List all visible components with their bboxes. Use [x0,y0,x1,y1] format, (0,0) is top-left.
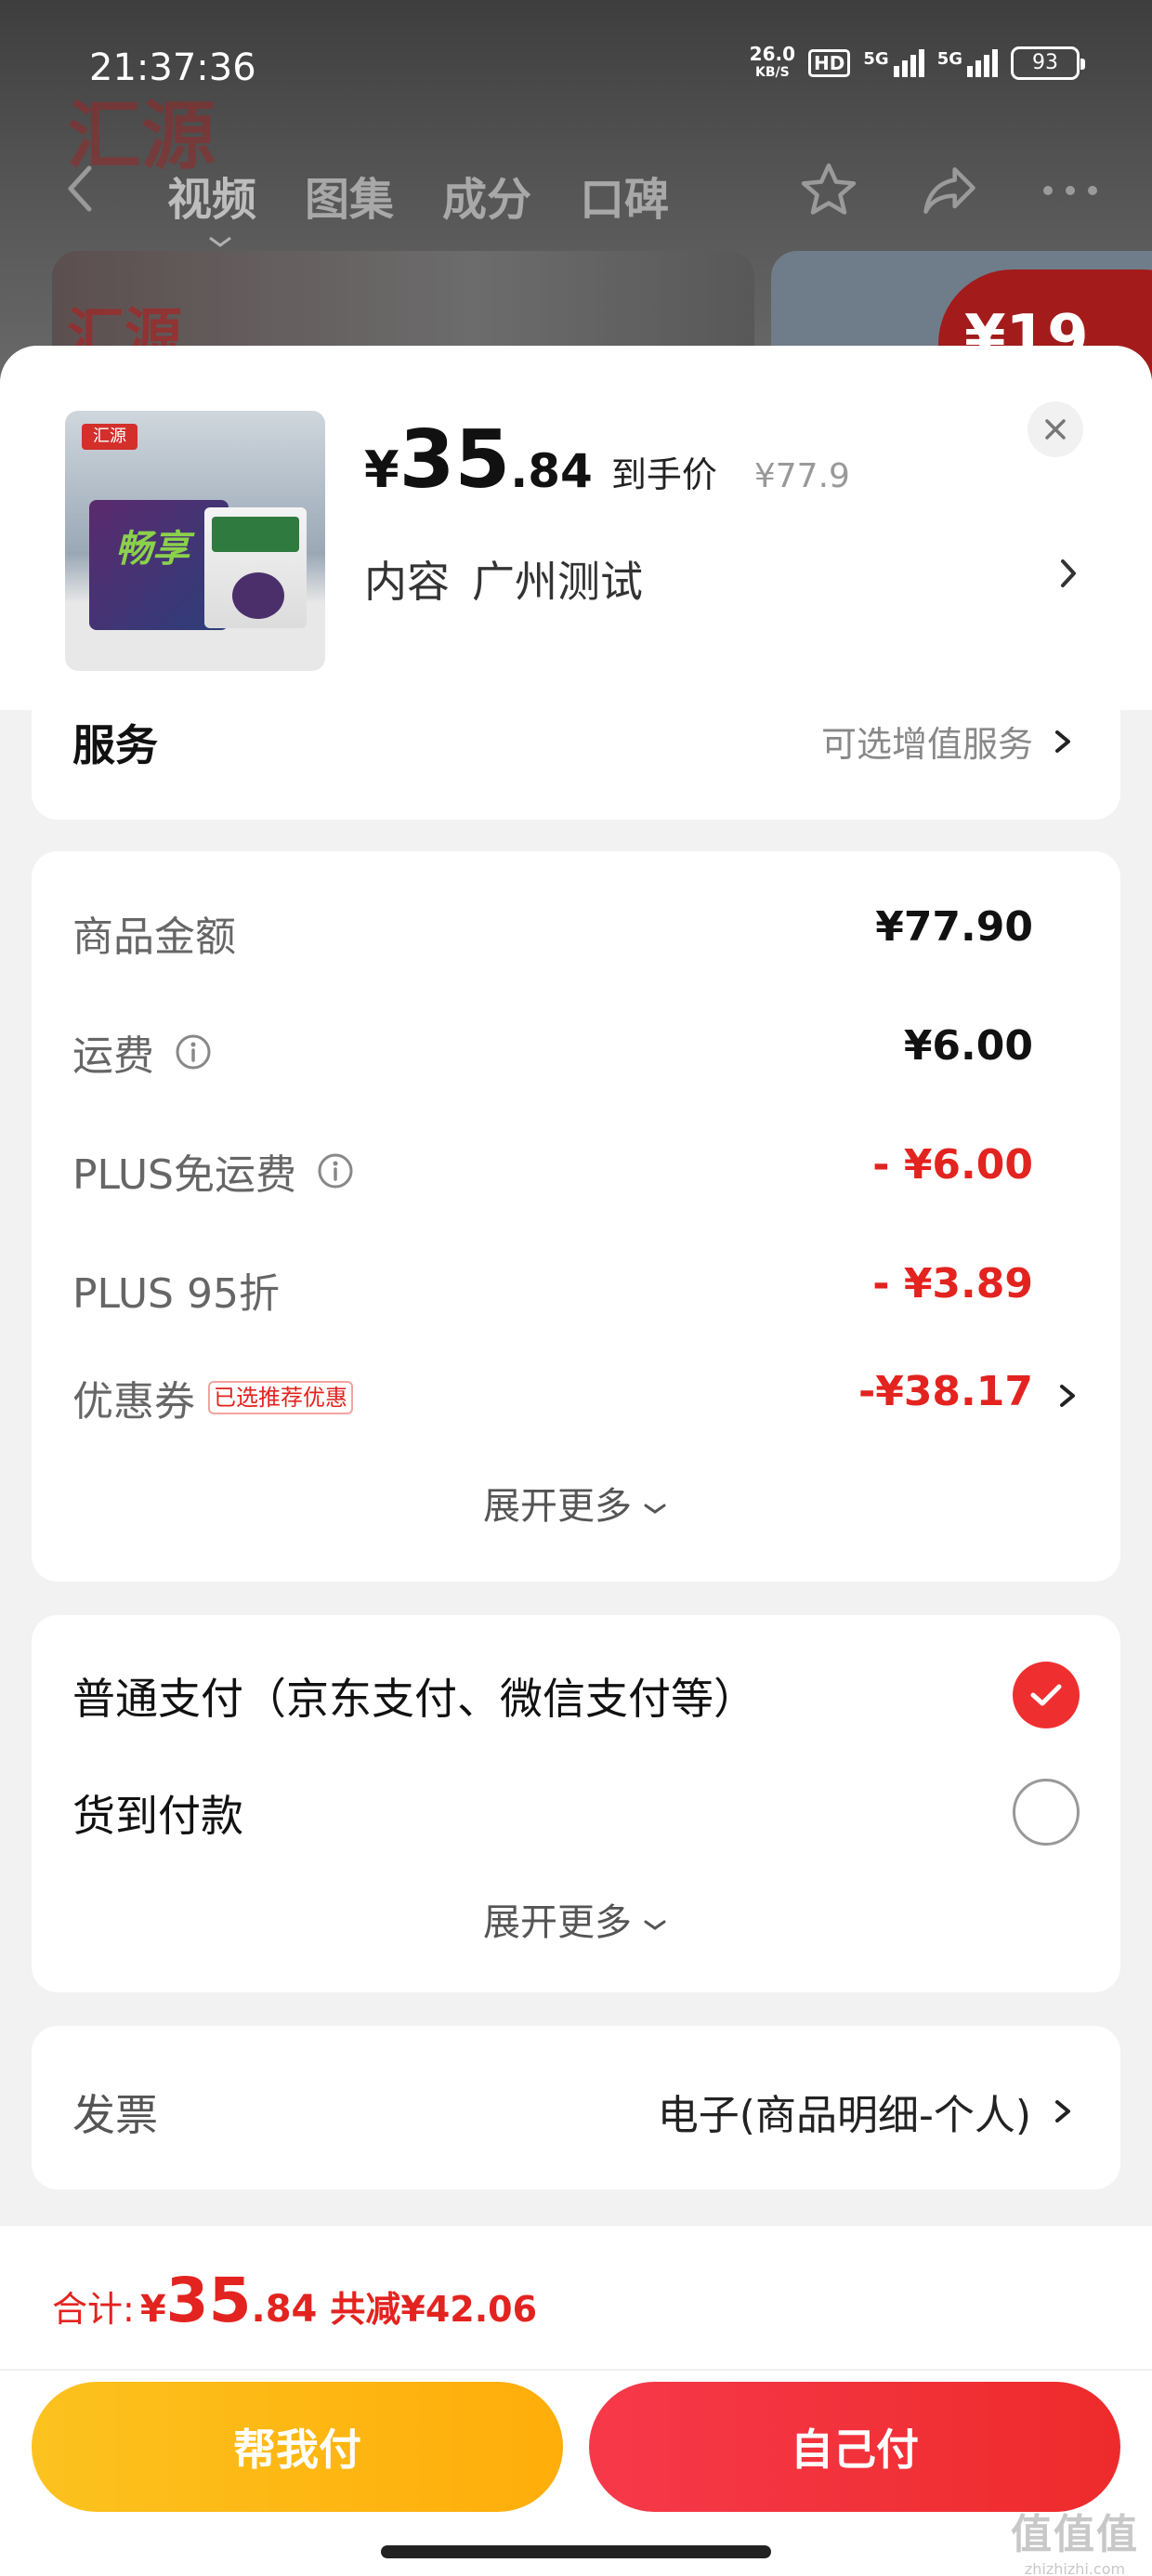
checkout-footer: 合计: ¥ 35 .84 共减¥42.06 帮我付 自己付 值值值 zhizhi… [0,2225,1152,2576]
amount-row-goods: 商品金额 ¥77.90 [72,903,1080,978]
nav-tabs: 视频 图集 成分 口碑 [167,163,669,228]
nav-actions [795,157,1104,224]
amount-card: 商品金额 ¥77.90 运费 ¥6.00 PLUS免运费 - ¥6.00 PLU… [32,851,1120,1582]
chevron-right-icon [1055,729,1070,753]
pay-myself-button[interactable]: 自己付 [589,2382,1120,2512]
status-indicators: 26.0 KB/S HD 5G 5G 93 [749,43,1085,82]
tab-reviews[interactable]: 口碑 [580,163,669,228]
total-label: 合计: [52,2289,135,2330]
chevron-right-icon[interactable] [1055,1377,1080,1414]
check-icon [1030,1684,1062,1706]
price-integer: 35 [399,414,511,506]
total-saved: 共减¥42.06 [330,2289,538,2330]
close-button[interactable] [1028,401,1083,457]
original-price: ¥77.9 [753,457,850,495]
content-value: 广州测试 [472,557,643,607]
payment-option-standard[interactable]: 普通支付（京东支付、微信支付等） [72,1662,1080,1736]
amount-label: PLUS免运费 [72,1141,354,1201]
amount-value: - ¥3.89 [872,1260,1033,1308]
invoice-label: 发票 [72,2090,158,2140]
amount-value: -¥38.17 [857,1368,1033,1415]
chevron-right-icon[interactable] [1050,550,1087,597]
amount-row-plus-discount: PLUS 95折 - ¥3.89 [72,1260,1080,1334]
amount-row-shipping: 运费 ¥6.00 [72,1022,1080,1097]
tab-ingredients[interactable]: 成分 [442,163,531,228]
amount-row-coupon[interactable]: 优惠券 已选推荐优惠 -¥38.17 [72,1368,1080,1442]
service-hint[interactable]: 可选增值服务 [821,716,1074,767]
chevron-down-icon [644,1504,666,1514]
content-selector[interactable]: 内容 广州测试 [364,548,643,610]
amount-value: ¥77.90 [875,903,1033,951]
tab-gallery[interactable]: 图集 [305,163,394,228]
tab-video[interactable]: 视频 [167,163,256,228]
amount-value: - ¥6.00 [872,1141,1033,1189]
thumb-box-white [204,507,307,628]
signal-icon-2: 5G [937,49,998,77]
content-label: 内容 [364,557,450,607]
more-icon[interactable] [1037,157,1104,224]
info-icon[interactable] [175,1033,212,1071]
payment-option-cod[interactable]: 货到付款 [72,1779,1080,1853]
back-icon[interactable] [61,161,98,226]
payment-card: 普通支付（京东支付、微信支付等） 货到付款 展开更多 [32,1615,1120,1992]
total-decimal: .84 [251,2288,318,2331]
amount-row-plus-shipping: PLUS免运费 - ¥6.00 [72,1141,1080,1216]
invoice-card[interactable]: 发票 电子(商品明细-个人) [32,2026,1120,2189]
watermark: 值值值 zhizhizhi.com [1011,2511,1139,2576]
radio-selected[interactable] [1013,1662,1080,1728]
ask-friend-pay-button[interactable]: 帮我付 [32,2382,563,2512]
chevron-down-icon [644,1920,666,1930]
product-header: 汇源 畅享 ¥ 35 .84 到手价 ¥77.9 内容 广州测试 [0,346,1152,710]
price-row: ¥ 35 .84 到手价 ¥77.9 [364,420,850,500]
amount-label: 商品金额 [72,913,236,961]
close-icon [1045,419,1066,440]
expand-more-amounts[interactable]: 展开更多 [32,1476,1120,1530]
payment-label: 货到付款 [72,1791,243,1841]
total-currency: ¥ [139,2288,166,2331]
signal-icon: 5G [863,49,924,77]
amount-value: ¥6.00 [903,1022,1033,1070]
payment-label: 普通支付（京东支付、微信支付等） [72,1674,756,1724]
amount-label: PLUS 95折 [72,1270,280,1318]
radio-unselected[interactable] [1013,1779,1080,1846]
total-summary: 合计: ¥ 35 .84 共减¥42.06 [52,2265,537,2336]
expand-more-payment[interactable]: 展开更多 [32,1892,1120,1946]
product-nav-bar: 视频 图集 成分 口碑 [0,153,1152,247]
star-icon[interactable] [795,157,862,224]
amount-label: 优惠券 已选推荐优惠 [72,1368,353,1427]
divider [0,2369,1152,2371]
thumb-logo: 汇源 [82,424,137,450]
invoice-selector[interactable]: 电子(商品明细-个人) [658,2082,1074,2141]
price-currency: ¥ [364,440,399,499]
thumb-text: 畅享 [115,528,190,571]
total-integer: 35 [165,2265,252,2336]
coupon-badge: 已选推荐优惠 [208,1381,353,1414]
amount-label: 运费 [72,1022,212,1082]
network-speed: 26.0 KB/S [749,43,796,80]
info-icon[interactable] [317,1152,354,1189]
hd-badge: HD [808,49,851,77]
share-icon[interactable] [916,157,983,224]
service-card[interactable]: 服务 可选增值服务 [32,710,1120,820]
product-thumbnail[interactable]: 汇源 畅享 [65,411,325,671]
chevron-right-icon [1055,2100,1070,2123]
service-title: 服务 [72,720,158,770]
price-tag-label: 到手价 [610,454,717,495]
price-decimal: .84 [510,444,593,498]
battery-icon: 93 [1011,46,1085,80]
home-indicator[interactable] [381,2545,771,2558]
invoice-value: 电子(商品明细-个人) [657,2092,1031,2139]
